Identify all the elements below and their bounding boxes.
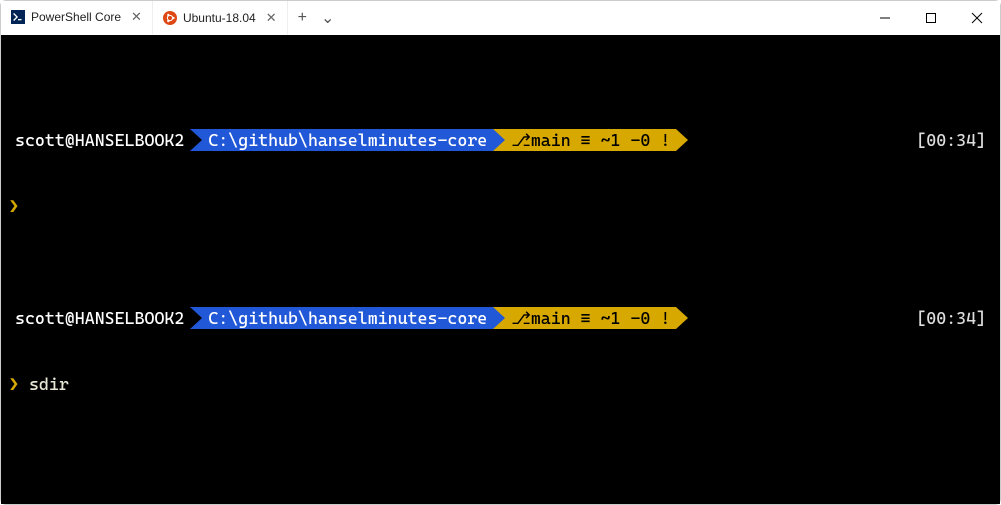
powerline-separator-icon <box>676 129 688 151</box>
new-tab-button[interactable]: + <box>298 9 307 27</box>
terminal-pane[interactable]: scott@HANSELBOOK2 C:\github\hanselminute… <box>1 35 1000 504</box>
prompt-path: C:\github\hanselminutes-core <box>202 307 493 329</box>
titlebar: PowerShell Core ✕ Ubuntu-18.04 ✕ + ⌄ <box>1 1 1000 35</box>
minimize-button[interactable] <box>862 1 908 35</box>
close-window-button[interactable] <box>954 1 1000 35</box>
prompt-symbol: ❯ <box>9 196 19 216</box>
prompt-user: scott@HANSELBOOK2 <box>9 129 190 151</box>
close-icon[interactable]: ✕ <box>131 9 142 25</box>
tab-ubuntu[interactable]: Ubuntu-18.04 ✕ <box>153 1 288 35</box>
prompt-line: scott@HANSELBOOK2 C:\github\hanselminute… <box>9 307 992 329</box>
prompt-input-line: ❯ sdir <box>9 373 992 395</box>
titlebar-drag-area[interactable] <box>344 1 862 35</box>
tab-label: PowerShell Core <box>31 10 121 24</box>
close-icon[interactable]: ✕ <box>266 10 277 26</box>
prompt-branch: ⎇ main ≡ ~1 -0 ! <box>505 307 676 329</box>
prompt-branch: ⎇ main ≡ ~1 -0 ! <box>505 129 676 151</box>
tab-label: Ubuntu-18.04 <box>183 11 256 25</box>
powerline-separator-icon <box>493 129 505 151</box>
window-controls <box>862 1 1000 35</box>
powerline-separator-icon <box>190 129 202 151</box>
powerline-separator-icon <box>493 307 505 329</box>
command-text: sdir <box>29 374 69 394</box>
maximize-button[interactable] <box>908 1 954 35</box>
tab-dropdown-button[interactable]: ⌄ <box>321 8 334 28</box>
prompt-line: scott@HANSELBOOK2 C:\github\hanselminute… <box>9 129 992 151</box>
tab-powershell[interactable]: PowerShell Core ✕ <box>1 1 153 35</box>
prompt-path: C:\github\hanselminutes-core <box>202 129 493 151</box>
prompt-input-line: ❯ <box>9 195 992 217</box>
powerline-separator-icon <box>190 307 202 329</box>
tab-actions: + ⌄ <box>288 1 345 35</box>
prompt-user: scott@HANSELBOOK2 <box>9 307 190 329</box>
prompt-symbol: ❯ <box>9 374 19 394</box>
powershell-icon <box>11 10 25 24</box>
powerline-separator-icon <box>676 307 688 329</box>
ubuntu-icon <box>163 11 177 25</box>
prompt-time: [00:34] <box>916 307 992 329</box>
prompt-time: [00:34] <box>916 129 992 151</box>
tab-strip: PowerShell Core ✕ Ubuntu-18.04 ✕ + ⌄ <box>1 1 344 35</box>
